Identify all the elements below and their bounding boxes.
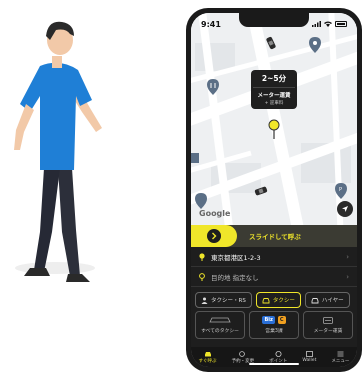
svg-text:P: P — [339, 187, 342, 193]
slide-label: スライドして呼ぶ — [249, 233, 301, 241]
walking-person-illustration — [14, 21, 102, 282]
taxi-icon — [209, 317, 231, 323]
service-all-taxis[interactable]: すべてのタクシー — [195, 311, 245, 339]
service-label: すべてのタクシー — [201, 329, 239, 334]
locate-arrow-icon — [342, 206, 348, 212]
signal-icon — [312, 21, 321, 27]
car-icon — [262, 297, 270, 303]
tab-taxi-rs[interactable]: タクシー・RS — [195, 292, 252, 308]
slide-to-call[interactable]: スライドして呼ぶ — [191, 225, 357, 247]
car-icon — [311, 297, 319, 303]
pickup-address: 東京都港区1-2-3 — [211, 253, 261, 262]
points-icon — [275, 350, 282, 357]
nav-points[interactable]: ポイント — [269, 350, 287, 364]
tab-label: タクシー — [272, 298, 295, 304]
chevron-right-icon: › — [346, 272, 349, 281]
google-logo: Google — [199, 209, 231, 218]
service-badges: Biz C — [262, 316, 286, 324]
destination-pin-icon — [199, 272, 205, 281]
phone-frame: 9:41 P 2~5分 メーター運賃 + 迎車料 Google スライドして呼ぶ… — [186, 8, 362, 372]
vehicle-tabs: タクシー・RS タクシー ハイヤー — [191, 287, 357, 311]
destination-label: 目的地 指定なし — [211, 273, 259, 282]
status-time: 9:41 — [201, 19, 221, 29]
nav-reserve[interactable]: 予約・変更 — [232, 350, 254, 364]
bottom-nav: すぐ呼ぶ 予約・変更 ポイント Wallet メニュー — [191, 347, 357, 367]
nav-call-now[interactable]: すぐ呼ぶ — [199, 351, 217, 364]
menu-icon — [337, 351, 344, 356]
phone-notch — [239, 13, 309, 27]
eta-fee-note: + 迎車料 — [264, 101, 284, 106]
pickup-pin-icon — [199, 252, 205, 261]
chevron-right-icon: › — [346, 252, 349, 261]
phone-screen: 9:41 P 2~5分 メーター運賃 + 迎車料 Google スライドして呼ぶ… — [191, 13, 357, 367]
wifi-icon — [324, 21, 332, 27]
tab-label: タクシー・RS — [211, 298, 246, 304]
nav-label: メニュー — [331, 358, 350, 364]
scene: 9:41 P 2~5分 メーター運賃 + 迎車料 Google スライドして呼ぶ… — [0, 0, 364, 375]
status-icons — [312, 21, 347, 27]
service-label: 営業3課 — [265, 329, 283, 334]
locate-button[interactable] — [337, 201, 353, 217]
destination-row[interactable]: 目的地 指定なし › — [191, 267, 357, 287]
battery-icon — [335, 21, 347, 27]
map-view[interactable]: P 2~5分 メーター運賃 + 迎車料 Google — [191, 13, 357, 225]
eta-bubble: 2~5分 メーター運賃 + 迎車料 — [251, 70, 297, 109]
service-options: すべてのタクシー Biz C 営業3課 メーター運賃 — [191, 311, 357, 339]
nav-wallet[interactable]: Wallet — [302, 351, 316, 363]
chevron-right-icon — [207, 229, 221, 243]
nav-label: すぐ呼ぶ — [198, 358, 217, 364]
biz-badge-icon: Biz — [262, 316, 275, 324]
tab-hire[interactable]: ハイヤー — [304, 292, 350, 308]
slide-knob[interactable] — [191, 225, 237, 247]
service-business-account[interactable]: Biz C 営業3課 — [249, 311, 299, 339]
person-icon — [201, 297, 208, 304]
eta-time: 2~5分 — [253, 73, 295, 88]
map-roads: P — [191, 13, 357, 225]
home-indicator[interactable] — [249, 363, 299, 365]
wallet-icon — [305, 351, 313, 357]
eta-fare-type: メーター運賃 — [257, 93, 291, 99]
reserve-icon — [239, 350, 246, 357]
coupon-badge-icon: C — [277, 316, 286, 324]
meter-icon — [323, 316, 333, 324]
tab-label: ハイヤー — [321, 298, 344, 304]
service-meter-fare[interactable]: メーター運賃 — [303, 311, 353, 339]
service-label: メーター運賃 — [313, 328, 343, 334]
tab-taxi[interactable]: タクシー — [255, 292, 301, 308]
pickup-row[interactable]: 東京都港区1-2-3 › — [191, 247, 357, 267]
nav-menu[interactable]: メニュー — [331, 351, 349, 364]
car-icon — [204, 351, 211, 356]
nav-label: Wallet — [302, 358, 317, 363]
